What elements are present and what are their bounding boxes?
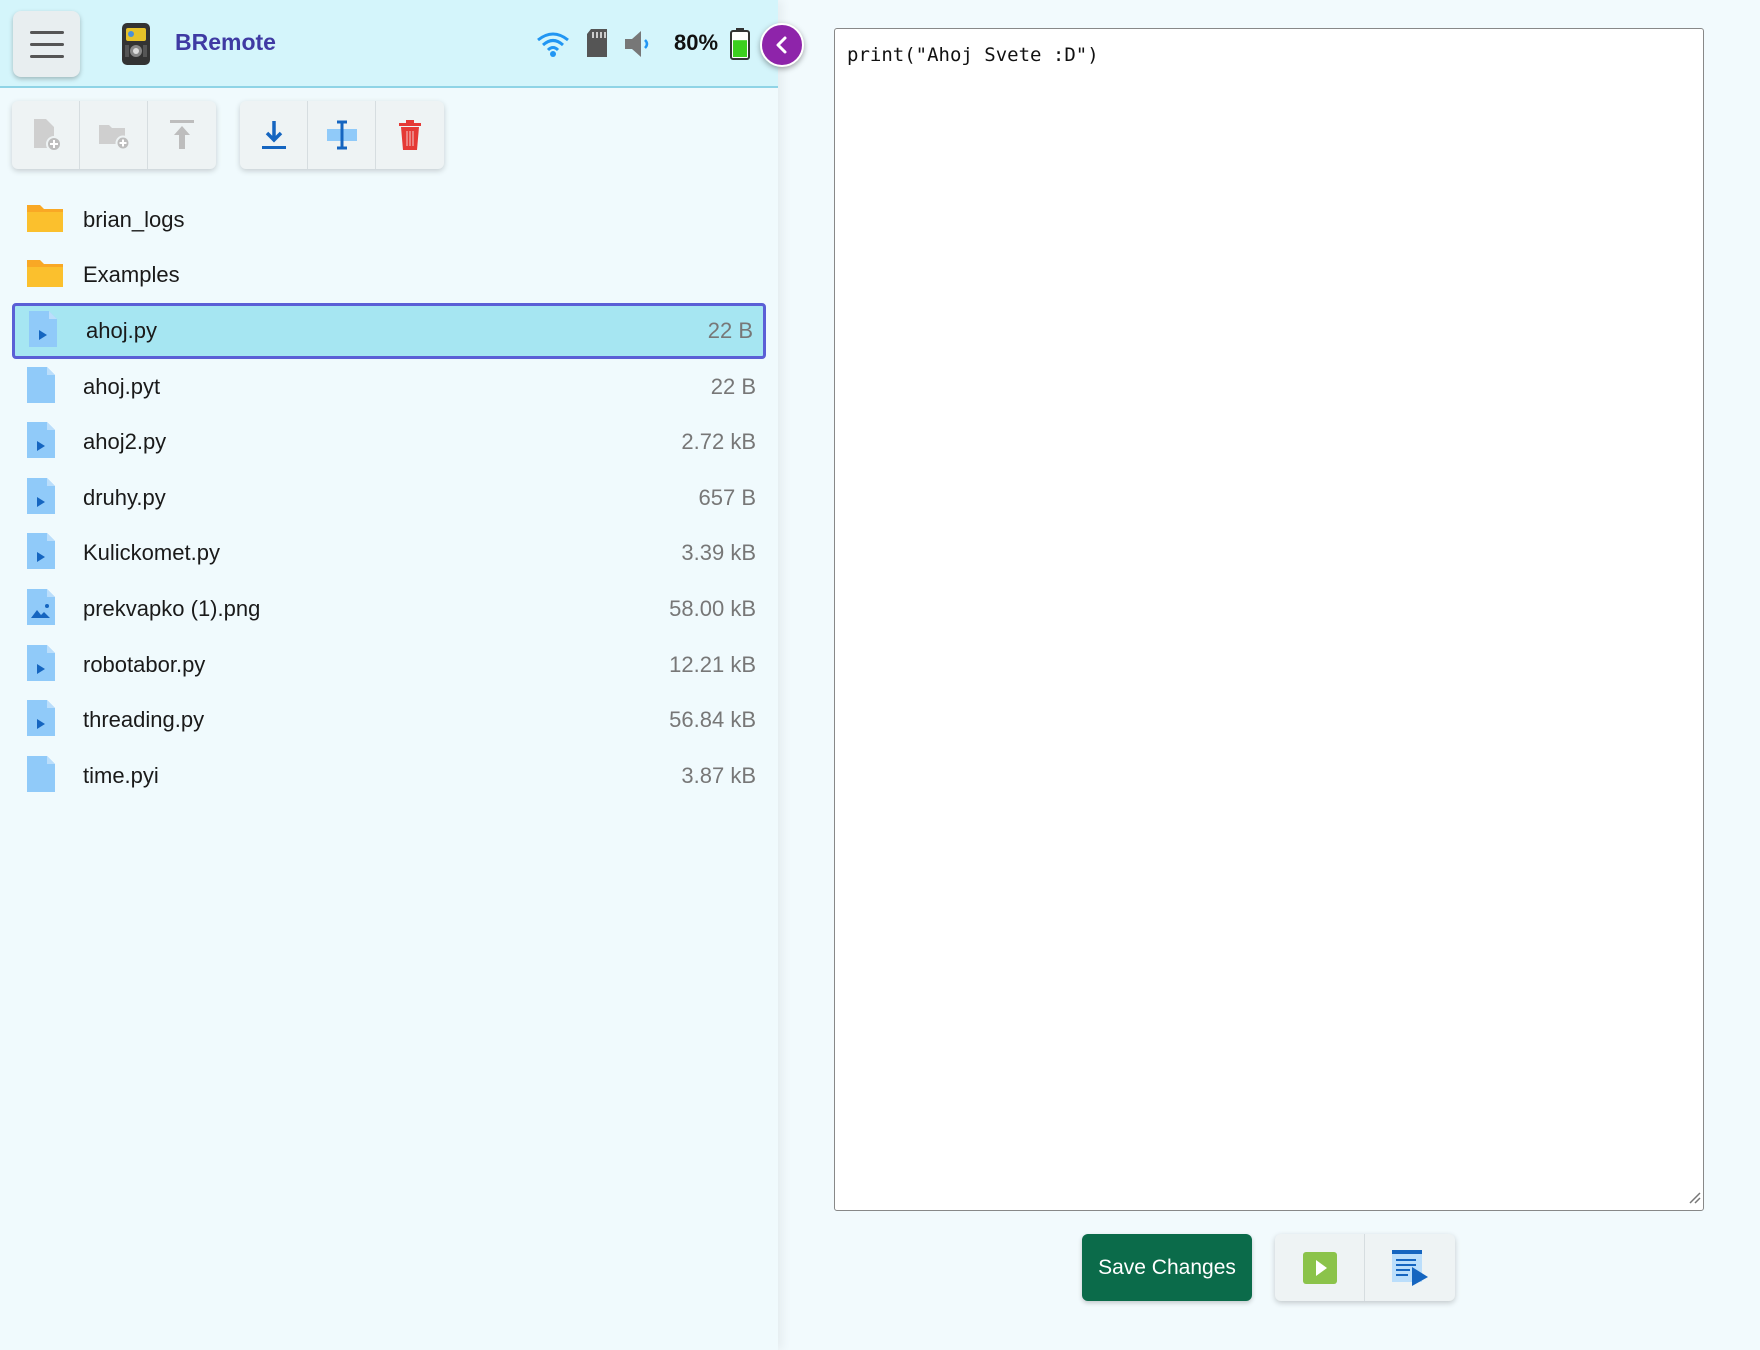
- file-name: Kulickomet.py: [83, 540, 220, 566]
- file-browser-panel: BRemote 80% brian_logs Examples ahoj.py …: [0, 0, 804, 1350]
- run-with-output-icon: [1392, 1249, 1428, 1286]
- file-size: 12.21 kB: [669, 651, 756, 677]
- file-name: druhy.py: [83, 484, 166, 510]
- file-size: 58.00 kB: [669, 595, 756, 621]
- download-icon: [261, 121, 286, 149]
- upload-button[interactable]: [148, 101, 216, 169]
- upload-icon: [170, 120, 194, 149]
- file-name: Examples: [83, 262, 180, 288]
- run-toolbar: [1275, 1234, 1455, 1301]
- sd-card-icon: [585, 28, 609, 62]
- python-file-icon: [26, 477, 56, 519]
- file-size: 56.84 kB: [669, 707, 756, 733]
- python-file-icon: [26, 532, 56, 574]
- top-bar: BRemote 80%: [0, 0, 804, 88]
- file-row[interactable]: Kulickomet.py 3.39 kB: [12, 526, 766, 582]
- file-size: 22 B: [710, 373, 756, 399]
- file-row[interactable]: prekvapko (1).png 58.00 kB: [12, 581, 766, 637]
- file-icon: [26, 366, 56, 408]
- folder-row[interactable]: Examples: [12, 248, 766, 304]
- delete-icon: [399, 120, 421, 150]
- code-editor[interactable]: print("Ahoj Svete :D"): [834, 28, 1704, 1211]
- file-name: brian_logs: [83, 206, 185, 232]
- file-name: ahoj.pyt: [83, 373, 161, 399]
- editor-content[interactable]: print("Ahoj Svete :D"): [847, 44, 1099, 66]
- file-row[interactable]: ahoj2.py 2.72 kB: [12, 414, 766, 470]
- rename-icon: [326, 120, 357, 150]
- save-changes-button[interactable]: Save Changes: [1082, 1234, 1252, 1301]
- python-file-icon: [28, 310, 58, 352]
- file-row[interactable]: ahoj.pyt 22 B: [12, 359, 766, 415]
- python-file-icon: [26, 644, 56, 686]
- wifi-icon: [536, 30, 570, 62]
- collapse-panel-button[interactable]: [760, 23, 804, 67]
- delete-button[interactable]: [376, 101, 444, 169]
- file-name: time.pyi: [83, 762, 159, 788]
- chevron-left-icon: [776, 36, 787, 54]
- folder-icon: [26, 257, 64, 293]
- file-size: 3.39 kB: [681, 540, 756, 566]
- file-size: 22 B: [707, 317, 753, 343]
- file-action-toolbar: [240, 101, 444, 169]
- run-with-output-button[interactable]: [1365, 1234, 1455, 1301]
- new-file-icon: [33, 119, 62, 152]
- file-size: 657 B: [698, 484, 757, 510]
- menu-icon-bar: [29, 30, 64, 34]
- file-name: prekvapko (1).png: [83, 595, 261, 621]
- python-file-icon: [26, 421, 56, 463]
- folder-row[interactable]: brian_logs: [12, 192, 766, 248]
- file-name: threading.py: [83, 707, 205, 733]
- menu-icon-bar: [29, 54, 64, 58]
- file-create-toolbar: [12, 101, 216, 169]
- resize-grip-icon[interactable]: [1687, 1189, 1701, 1208]
- menu-button[interactable]: [13, 11, 80, 77]
- file-row[interactable]: ahoj.py 22 B: [12, 303, 766, 359]
- file-row[interactable]: robotabor.py 12.21 kB: [12, 637, 766, 693]
- file-row[interactable]: time.pyi 3.87 kB: [12, 748, 766, 804]
- new-folder-button[interactable]: [80, 101, 148, 169]
- run-button[interactable]: [1275, 1234, 1365, 1301]
- file-name: robotabor.py: [83, 651, 206, 677]
- speaker-icon: [622, 28, 654, 64]
- file-name: ahoj.py: [86, 317, 157, 343]
- app-title: BRemote: [175, 29, 276, 55]
- file-row[interactable]: threading.py 56.84 kB: [12, 692, 766, 748]
- run-icon: [1302, 1251, 1337, 1284]
- new-folder-icon: [98, 125, 130, 150]
- python-file-icon: [26, 699, 56, 741]
- file-size: 3.87 kB: [681, 762, 756, 788]
- file-row[interactable]: druhy.py 657 B: [12, 470, 766, 526]
- new-file-button[interactable]: [12, 101, 80, 169]
- brick-logo-icon: [120, 22, 152, 70]
- battery-icon: [729, 28, 751, 64]
- file-size: 2.72 kB: [681, 429, 756, 455]
- file-icon: [26, 755, 56, 797]
- file-list: brian_logs Examples ahoj.py 22 B ahoj.pyt 22 …: [12, 192, 766, 804]
- folder-icon: [26, 202, 64, 238]
- file-name: ahoj2.py: [83, 429, 167, 455]
- battery-percent: 80%: [674, 30, 719, 55]
- download-button[interactable]: [240, 101, 308, 169]
- rename-button[interactable]: [308, 101, 376, 169]
- menu-icon-bar: [29, 42, 64, 46]
- image-file-icon: [26, 588, 56, 630]
